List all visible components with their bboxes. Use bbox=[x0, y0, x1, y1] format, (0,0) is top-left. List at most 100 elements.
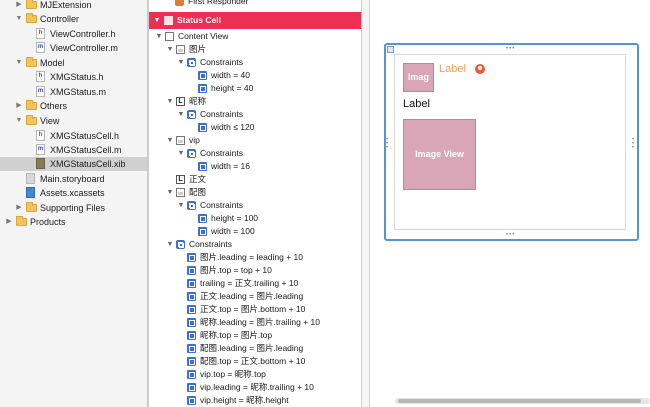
navigator-file[interactable]: m ViewController.m bbox=[0, 41, 147, 55]
disclosure-triangle-icon[interactable]: ▶ bbox=[14, 201, 24, 215]
outline-item[interactable]: ▼ L 昵称 bbox=[149, 95, 361, 108]
disclosure-triangle-icon[interactable]: ▼ bbox=[166, 43, 174, 56]
navigator-item-label: Main.storyboard bbox=[40, 174, 105, 184]
outline-item[interactable]: ▼ 图片 bbox=[149, 43, 361, 56]
outline-item[interactable]: L 正文 bbox=[149, 173, 361, 186]
outline-item[interactable]: 正文.top = 图片.bottom + 10 bbox=[149, 303, 361, 316]
left-resize-handle[interactable]: ••• bbox=[386, 137, 390, 151]
horizontal-scrollbar-thumb[interactable] bbox=[398, 399, 641, 403]
navigator-folder[interactable]: ▼ Model bbox=[0, 56, 147, 70]
disclosure-triangle-icon[interactable]: ▶ bbox=[14, 0, 24, 12]
avatar-image-view[interactable]: Imag bbox=[403, 63, 434, 92]
outline-item[interactable]: ▼ vip bbox=[149, 134, 361, 147]
disclosure-triangle-icon[interactable]: ▼ bbox=[177, 56, 185, 69]
navigator-item-label: XMGStatus.h bbox=[50, 72, 104, 82]
disclosure-triangle-icon[interactable]: ▼ bbox=[166, 134, 174, 147]
disclosure-triangle-icon[interactable]: ▼ bbox=[166, 186, 174, 199]
outline-item[interactable]: ▼ Constraints bbox=[149, 147, 361, 160]
navigator-item-label: XMGStatusCell.xib bbox=[50, 159, 126, 169]
outline-item-label: Constraints bbox=[200, 200, 243, 210]
name-label[interactable]: Label bbox=[439, 63, 466, 75]
outline-item-label: 配图.top = 正文.bottom + 10 bbox=[200, 356, 306, 366]
navigator-folder[interactable]: ▼ View bbox=[0, 114, 147, 128]
disclosure-triangle-icon[interactable]: ▼ bbox=[14, 114, 24, 128]
outline-item[interactable]: height = 100 bbox=[149, 212, 361, 225]
constraint-icon bbox=[198, 84, 207, 93]
outline-item[interactable]: height = 40 bbox=[149, 82, 361, 95]
outline-item-label: height = 40 bbox=[211, 83, 254, 93]
disclosure-triangle-icon[interactable]: ▼ bbox=[155, 30, 163, 43]
outline-item-label: Constraints bbox=[200, 148, 243, 158]
picture-image-view[interactable]: Image View bbox=[403, 119, 476, 190]
outline-item[interactable]: width = 16 bbox=[149, 160, 361, 173]
outline-item-label: width = 16 bbox=[211, 161, 250, 171]
navigator-item-label: View bbox=[40, 116, 60, 126]
outline-item[interactable]: width = 100 bbox=[149, 225, 361, 238]
image-view-icon bbox=[176, 45, 185, 54]
disclosure-triangle-icon[interactable]: ▼ bbox=[166, 238, 174, 251]
navigator-item-label: Supporting Files bbox=[40, 203, 106, 213]
outline-item-label: Constraints bbox=[200, 109, 243, 119]
outline-item[interactable]: 图片.leading = leading + 10 bbox=[149, 251, 361, 264]
outline-item[interactable]: 昵称.leading = 图片.trailing + 10 bbox=[149, 316, 361, 329]
disclosure-triangle-icon[interactable]: ▼ bbox=[153, 14, 161, 27]
outline-item-label: vip bbox=[189, 135, 200, 145]
outline-item[interactable]: 图片.top = top + 10 bbox=[149, 264, 361, 277]
navigator-file[interactable]: h ViewController.h bbox=[0, 27, 147, 41]
outline-item[interactable]: ▼ Constraints bbox=[149, 108, 361, 121]
disclosure-triangle-icon[interactable]: ▼ bbox=[14, 56, 24, 70]
outline-item-label: 配图 bbox=[189, 187, 207, 197]
navigator-folder[interactable]: ▶ Others bbox=[0, 99, 147, 113]
outline-item[interactable]: trailing = 正文.trailing + 10 bbox=[149, 277, 361, 290]
navigator-item-label: XMGStatus.m bbox=[50, 87, 107, 97]
navigator-folder[interactable]: ▶ MJExtension bbox=[0, 0, 147, 12]
view-corner-icon[interactable] bbox=[387, 46, 394, 53]
navigator-file[interactable]: XMGStatusCell.xib bbox=[0, 157, 147, 171]
navigator-file[interactable]: h XMGStatusCell.h bbox=[0, 129, 147, 143]
vip-icon[interactable]: ☻ bbox=[475, 64, 485, 74]
outline-item[interactable]: 配图.top = 正文.bottom + 10 bbox=[149, 355, 361, 368]
outline-item[interactable]: width ≤ 120 bbox=[149, 121, 361, 134]
bottom-resize-handle[interactable]: ••• bbox=[506, 232, 515, 238]
outline-item[interactable]: vip.height = 昵称.height bbox=[149, 394, 361, 407]
navigator-file[interactable]: m XMGStatus.m bbox=[0, 85, 147, 99]
outline-item[interactable]: ▼ 配图 bbox=[149, 186, 361, 199]
text-label[interactable]: Label bbox=[403, 98, 430, 110]
disclosure-triangle-icon[interactable]: ▼ bbox=[177, 147, 185, 160]
outline-item[interactable]: vip.top = 昵称.top bbox=[149, 368, 361, 381]
xib-file-icon bbox=[36, 158, 45, 169]
navigator-folder[interactable]: ▶ Supporting Files bbox=[0, 201, 147, 215]
outline-item[interactable]: 配图.leading = 图片.leading bbox=[149, 342, 361, 355]
navigator-file[interactable]: h XMGStatus.h bbox=[0, 70, 147, 84]
disclosure-triangle-icon[interactable]: ▶ bbox=[4, 215, 14, 229]
folder-icon bbox=[26, 115, 37, 125]
navigator-folder[interactable]: ▼ Controller bbox=[0, 12, 147, 26]
outline-item[interactable]: ▼ Content View bbox=[149, 30, 361, 43]
disclosure-triangle-icon[interactable]: ▶ bbox=[14, 99, 24, 113]
top-resize-handle[interactable]: ••• bbox=[506, 46, 515, 52]
outline-item[interactable]: ▼ Constraints bbox=[149, 238, 361, 251]
outline-item[interactable]: 正文.leading = 图片.leading bbox=[149, 290, 361, 303]
cell-icon bbox=[164, 16, 173, 25]
outline-item[interactable]: vip.leading = 昵称.trailing + 10 bbox=[149, 381, 361, 394]
outline-item[interactable]: width = 40 bbox=[149, 69, 361, 82]
outline-item[interactable]: ▼ Constraints bbox=[149, 56, 361, 69]
outline-item-label: vip.top = 昵称.top bbox=[200, 369, 266, 379]
disclosure-triangle-icon[interactable]: ▼ bbox=[177, 199, 185, 212]
disclosure-triangle-icon[interactable]: ▼ bbox=[166, 95, 174, 108]
navigator-folder[interactable]: ▶ Products bbox=[0, 215, 147, 229]
navigator-file[interactable]: Main.storyboard bbox=[0, 172, 147, 186]
outline-first-responder[interactable]: First Responder bbox=[149, 0, 361, 8]
disclosure-triangle-icon[interactable]: ▼ bbox=[177, 108, 185, 121]
outline-item[interactable]: ▼ Constraints bbox=[149, 199, 361, 212]
navigator-file[interactable]: m XMGStatusCell.m bbox=[0, 143, 147, 157]
disclosure-triangle-icon[interactable]: ▼ bbox=[14, 12, 24, 26]
right-resize-handle[interactable]: ••• bbox=[632, 137, 636, 151]
outline-divider[interactable] bbox=[361, 0, 370, 407]
navigator-item-label: ViewController.m bbox=[50, 43, 118, 53]
outline-item-label: vip.height = 昵称.height bbox=[200, 395, 289, 405]
outline-status-cell[interactable]: ▼ Status Cell bbox=[149, 12, 361, 29]
outline-item-label: 图片.top = top + 10 bbox=[200, 265, 272, 275]
outline-item[interactable]: 昵称.top = 图片.top bbox=[149, 329, 361, 342]
navigator-file[interactable]: Assets.xcassets bbox=[0, 186, 147, 200]
